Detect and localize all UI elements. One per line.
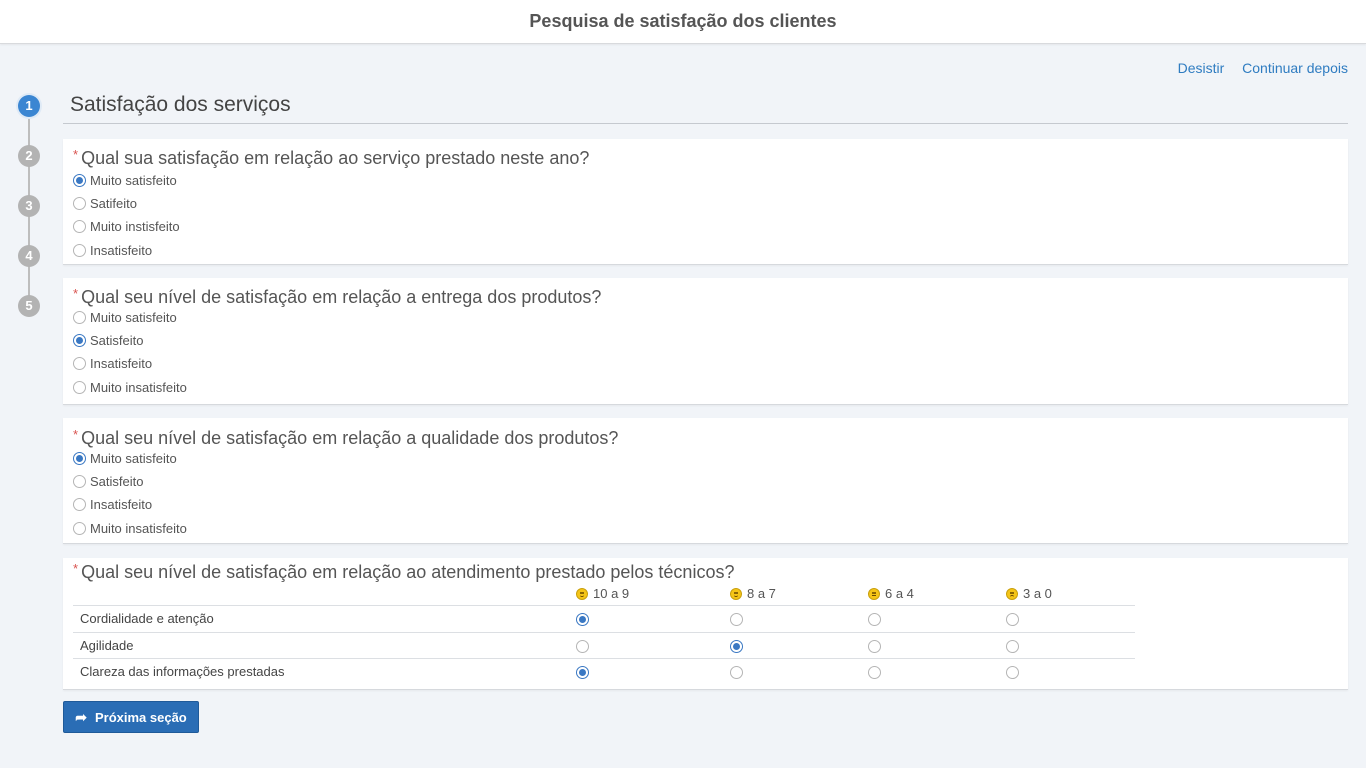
- rating-radio[interactable]: [730, 613, 743, 626]
- option-insatisfeito[interactable]: Insatisfeito: [73, 243, 152, 258]
- smiling-face-icon: [576, 587, 588, 600]
- question-card-2: * Qual seu nível de satisfação em relação…: [63, 278, 1348, 405]
- radio-button[interactable]: [73, 381, 86, 394]
- rating-radio[interactable]: [1006, 613, 1019, 626]
- option-label: Satisfeito: [90, 474, 144, 489]
- step-2[interactable]: 2: [18, 145, 40, 167]
- option-satifeito[interactable]: Satifeito: [73, 196, 137, 211]
- column-header-6-4: 6 a 4: [868, 586, 914, 601]
- option-label: Satifeito: [90, 196, 137, 211]
- rating-radio[interactable]: [730, 640, 743, 653]
- radio-button[interactable]: [73, 174, 86, 187]
- radio-button[interactable]: [73, 357, 86, 370]
- question-card-4: * Qual seu nível de satisfação em relação…: [63, 558, 1348, 690]
- rating-radio[interactable]: [730, 666, 743, 679]
- frowning-face-icon: [1006, 587, 1018, 600]
- question-text: Qual sua satisfação em relação ao serviç…: [81, 148, 590, 168]
- step-4[interactable]: 4: [18, 245, 40, 267]
- next-section-label: Próxima seção: [94, 709, 187, 725]
- option-muito-satisfeito[interactable]: Muito satisfeito: [73, 310, 177, 325]
- option-satisfeito[interactable]: Satisfeito: [73, 333, 143, 348]
- section-divider: [63, 123, 1348, 124]
- question-title: * Qual seu nível de satisfação em relação…: [73, 286, 602, 308]
- question-card-3: * Qual seu nível de satisfação em relação…: [63, 418, 1348, 544]
- question-text: Qual seu nível de satisfação em relação …: [81, 562, 735, 582]
- rating-radio[interactable]: [868, 640, 881, 653]
- column-label: 10 a 9: [593, 586, 630, 601]
- rating-radio[interactable]: [576, 666, 589, 679]
- smiling-face-icon: [730, 587, 742, 600]
- option-muito-instisfeito[interactable]: Muito instisfeito: [73, 219, 180, 234]
- option-label: Satisfeito: [90, 333, 144, 348]
- radio-button[interactable]: [73, 220, 86, 233]
- column-label: 3 a 0: [1023, 586, 1052, 601]
- option-label: Muito insatisfeito: [90, 380, 187, 395]
- quit-link[interactable]: Desistir: [1178, 60, 1225, 76]
- column-header-10-9: 10 a 9: [576, 586, 629, 601]
- row-label: Clareza das informações prestadas: [80, 664, 285, 679]
- option-label: Muito instisfeito: [90, 219, 180, 234]
- rating-radio[interactable]: [576, 640, 589, 653]
- top-bar: Pesquisa de satisfação dos clientes: [0, 0, 1366, 44]
- column-header-8-7: 8 a 7: [730, 586, 776, 601]
- question-title: * Qual seu nível de satisfação em relação…: [73, 427, 619, 449]
- rating-radio[interactable]: [868, 666, 881, 679]
- radio-button[interactable]: [73, 334, 86, 347]
- radio-button[interactable]: [73, 522, 86, 535]
- radio-button[interactable]: [73, 475, 86, 488]
- step-1[interactable]: 1: [18, 95, 40, 117]
- option-muito-satisfeito[interactable]: Muito satisfeito: [73, 173, 177, 188]
- option-satisfeito[interactable]: Satisfeito: [73, 474, 143, 489]
- option-label: Insatisfeito: [90, 356, 153, 371]
- row-label: Cordialidade e atenção: [80, 611, 214, 626]
- question-text: Qual seu nível de satisfação em relação …: [81, 287, 602, 307]
- next-section-button[interactable]: ➦ Próxima seção: [63, 701, 199, 733]
- page-title: Pesquisa de satisfação dos clientes: [529, 11, 837, 31]
- required-marker: *: [73, 286, 79, 301]
- rating-radio[interactable]: [868, 613, 881, 626]
- option-label: Muito satisfeito: [90, 310, 177, 325]
- option-muito-insatisfeito[interactable]: Muito insatisfeito: [73, 521, 187, 536]
- rating-radio[interactable]: [576, 613, 589, 626]
- option-insatisfeito[interactable]: Insatisfeito: [73, 356, 152, 371]
- step-3[interactable]: 3: [18, 195, 40, 217]
- question-title: * Qual seu nível de satisfação em relação…: [73, 561, 735, 583]
- radio-button[interactable]: [73, 452, 86, 465]
- matrix-row-agilidade: Agilidade: [73, 632, 1135, 659]
- option-muito-satisfeito[interactable]: Muito satisfeito: [73, 451, 177, 466]
- step-5[interactable]: 5: [18, 295, 40, 317]
- required-marker: *: [73, 427, 79, 442]
- section-title: Satisfação dos serviços: [70, 93, 291, 116]
- option-label: Insatisfeito: [90, 243, 153, 258]
- option-muito-insatisfeito[interactable]: Muito insatisfeito: [73, 380, 187, 395]
- radio-button[interactable]: [73, 197, 86, 210]
- matrix-row-cordialidade: Cordialidade e atenção: [73, 605, 1135, 632]
- neutral-face-icon: [868, 587, 880, 600]
- required-marker: *: [73, 147, 79, 162]
- share-arrow-icon: ➦: [75, 708, 87, 725]
- option-label: Muito satisfeito: [90, 451, 177, 466]
- rating-radio[interactable]: [1006, 666, 1019, 679]
- radio-button[interactable]: [73, 498, 86, 511]
- required-marker: *: [73, 561, 79, 576]
- column-label: 6 a 4: [885, 586, 914, 601]
- column-label: 8 a 7: [747, 586, 776, 601]
- top-links: Desistir Continuar depois: [1164, 60, 1348, 76]
- radio-button[interactable]: [73, 311, 86, 324]
- question-text: Qual seu nível de satisfação em relação …: [81, 428, 619, 448]
- option-label: Insatisfeito: [90, 497, 153, 512]
- option-label: Muito satisfeito: [90, 173, 177, 188]
- continue-later-link[interactable]: Continuar depois: [1242, 60, 1348, 76]
- column-header-3-0: 3 a 0: [1006, 586, 1052, 601]
- matrix-row-clareza: Clareza das informações prestadas: [73, 658, 1135, 685]
- question-card-1: * Qual sua satisfação em relação ao servi…: [63, 139, 1348, 265]
- option-label: Muito insatisfeito: [90, 521, 187, 536]
- rating-radio[interactable]: [1006, 640, 1019, 653]
- option-insatisfeito[interactable]: Insatisfeito: [73, 497, 152, 512]
- radio-button[interactable]: [73, 244, 86, 257]
- row-label: Agilidade: [80, 638, 134, 653]
- question-title: * Qual sua satisfação em relação ao servi…: [73, 147, 590, 169]
